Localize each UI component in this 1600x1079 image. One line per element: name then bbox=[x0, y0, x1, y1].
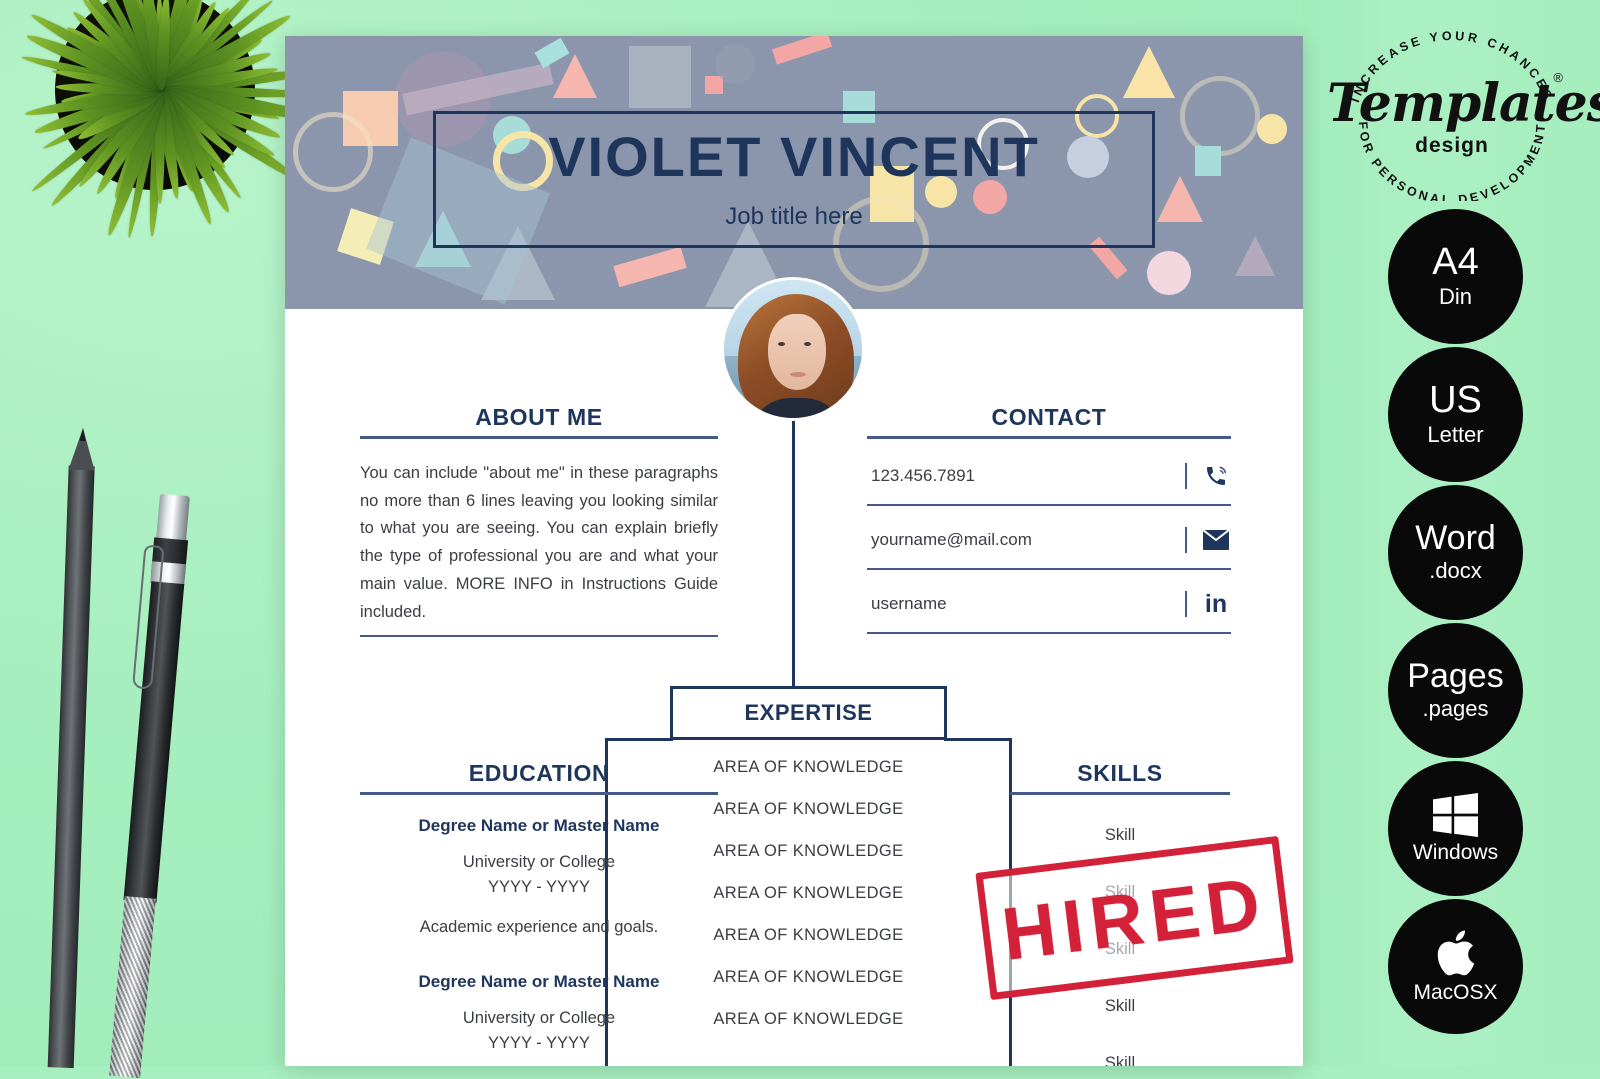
education-entry: Degree Name or Master Name University or … bbox=[360, 816, 718, 937]
connector-vertical bbox=[792, 416, 795, 688]
badge-sublabel: Din bbox=[1438, 284, 1472, 309]
badge-sublabel: .docx bbox=[1429, 558, 1482, 583]
banner-shape-rect bbox=[1195, 146, 1221, 176]
contact-row-phone[interactable]: 123.456.7891 bbox=[867, 448, 1231, 504]
badge-label: Word bbox=[1415, 519, 1496, 557]
education-entry: Degree Name or Master Name University or … bbox=[360, 972, 718, 1056]
banner-shape-triangle bbox=[1235, 236, 1275, 276]
logo-script-text: Templates bbox=[1327, 73, 1600, 134]
contact-email-value: yourname@mail.com bbox=[871, 530, 1032, 549]
envelope-icon bbox=[1201, 530, 1231, 550]
banner-shape-rect bbox=[705, 76, 723, 94]
education-degree: Degree Name or Master Name bbox=[418, 816, 660, 835]
about-rule bbox=[360, 436, 718, 439]
skill-item: Skill bbox=[1104, 826, 1136, 844]
format-badge[interactable]: Pages .pages bbox=[1388, 623, 1523, 758]
skills-rule bbox=[1010, 792, 1230, 795]
banner-shape-triangle bbox=[553, 54, 597, 98]
about-me-text: You can include "about me" in these para… bbox=[360, 464, 718, 621]
banner-shape-triangle bbox=[1157, 176, 1203, 222]
contact-rule-3 bbox=[867, 632, 1231, 634]
templates-design-logo: INCREASE YOUR CHANCES FOR PERSONAL DEVEL… bbox=[1327, 26, 1600, 201]
format-badge[interactable]: Word .docx bbox=[1388, 485, 1523, 620]
format-badge[interactable]: Windows bbox=[1388, 761, 1523, 896]
education-note: Academic experience and goals. bbox=[419, 917, 659, 936]
about-bottom-rule bbox=[360, 635, 718, 637]
connector-left-stub bbox=[605, 738, 673, 741]
banner-shape-circle bbox=[715, 44, 755, 84]
banner-shape-ring bbox=[1180, 76, 1260, 156]
education-school: University or College YYYY - YYYY bbox=[462, 853, 616, 896]
badge-sublabel: MacOSX bbox=[1413, 980, 1498, 1004]
connector-right-stub bbox=[944, 738, 1012, 741]
education-school: University or College YYYY - YYYY bbox=[462, 1009, 616, 1052]
phone-icon bbox=[1201, 464, 1231, 488]
resume-document[interactable]: VIOLET VINCENT Job title here ABOUT ME Y… bbox=[285, 36, 1303, 1066]
contact-rule-2 bbox=[867, 568, 1231, 570]
contact-row-linkedin[interactable]: username in bbox=[867, 576, 1231, 632]
section-title-about-me: ABOUT ME bbox=[475, 404, 603, 430]
apple-icon bbox=[1437, 930, 1474, 975]
education-rule bbox=[360, 792, 718, 795]
format-badge[interactable]: MacOSX bbox=[1388, 899, 1523, 1034]
windows-icon bbox=[1432, 792, 1478, 837]
banner-shape-circle bbox=[1257, 114, 1287, 144]
banner-shape-rect bbox=[629, 46, 691, 108]
badge-sublabel: Windows bbox=[1412, 840, 1499, 864]
contact-row-email[interactable]: yourname@mail.com bbox=[867, 512, 1231, 568]
section-title-education: EDUCATION bbox=[468, 760, 610, 786]
format-badge[interactable]: A4 Din bbox=[1388, 209, 1523, 344]
banner-shape-ring bbox=[293, 112, 373, 192]
contact-linkedin-value: username bbox=[871, 594, 947, 613]
badge-sublabel: .pages bbox=[1422, 696, 1489, 721]
skill-item: Skill bbox=[1104, 997, 1136, 1015]
banner-shape-rect bbox=[613, 246, 687, 288]
badge-label: A4 bbox=[1432, 241, 1479, 283]
banner-shape-circle bbox=[1147, 251, 1191, 295]
banner-shape-rect bbox=[771, 36, 833, 65]
avatar bbox=[721, 277, 865, 421]
name-box: VIOLET VINCENT Job title here bbox=[433, 111, 1155, 248]
contact-rule-1 bbox=[867, 504, 1231, 506]
section-title-skills: SKILLS bbox=[1077, 760, 1163, 786]
expertise-box: EXPERTISE bbox=[670, 686, 947, 740]
skill-item: Skill bbox=[1104, 1054, 1136, 1066]
badge-label: US bbox=[1429, 379, 1482, 421]
page-title: VIOLET VINCENT bbox=[548, 124, 1040, 188]
registered-icon: ® bbox=[1553, 70, 1563, 85]
linkedin-icon: in bbox=[1204, 589, 1228, 618]
badge-sublabel: Letter bbox=[1427, 422, 1484, 447]
badge-label: Pages bbox=[1407, 657, 1504, 695]
logo-subtitle: design bbox=[1415, 134, 1489, 157]
job-title: Job title here bbox=[725, 202, 863, 230]
banner-shape-triangle bbox=[1123, 46, 1175, 98]
format-badge[interactable]: US Letter bbox=[1388, 347, 1523, 482]
contact-phone-value: 123.456.7891 bbox=[871, 466, 975, 485]
contact-rule-top bbox=[867, 436, 1231, 439]
section-title-contact: CONTACT bbox=[991, 404, 1107, 430]
section-title-expertise: EXPERTISE bbox=[744, 700, 873, 725]
education-degree: Degree Name or Master Name bbox=[418, 972, 660, 991]
header-banner: VIOLET VINCENT Job title here bbox=[285, 36, 1303, 309]
format-rail: INCREASE YOUR CHANCES FOR PERSONAL DEVEL… bbox=[1303, 0, 1600, 1066]
